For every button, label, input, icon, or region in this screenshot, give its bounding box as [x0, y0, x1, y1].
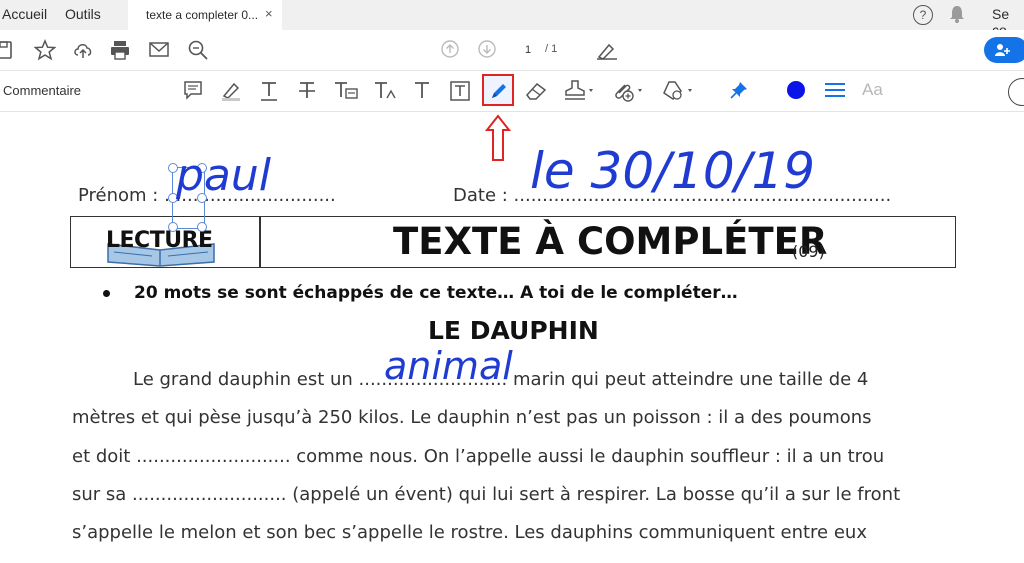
resize-handle[interactable] [197, 222, 207, 232]
user-add-icon [995, 44, 1010, 56]
page-up-icon[interactable] [440, 39, 460, 59]
tab-home[interactable]: Accueil [2, 6, 47, 22]
strikethrough-icon[interactable] [297, 80, 317, 102]
add-text-icon[interactable] [412, 80, 432, 102]
tab-bar: Accueil Outils texte a completer 0... × … [0, 0, 1024, 38]
comment-toolbar-label: Commentaire [3, 83, 82, 98]
print-icon[interactable] [109, 39, 131, 61]
font-size-button[interactable]: Aa [862, 80, 883, 100]
close-icon[interactable]: × [265, 6, 273, 21]
page-down-icon[interactable] [477, 39, 497, 59]
attach-icon[interactable] [611, 79, 645, 103]
bell-icon[interactable] [949, 5, 965, 23]
page-number-input[interactable]: 1 [514, 39, 542, 61]
text-box-icon[interactable] [449, 80, 471, 102]
draw-tool-button[interactable] [482, 74, 514, 106]
sign-icon[interactable] [595, 39, 619, 61]
section-title: LE DAUPHIN [428, 316, 599, 345]
line-thickness-icon[interactable] [824, 81, 846, 99]
main-toolbar: 1 / 1 [0, 30, 1024, 71]
insert-text-icon[interactable] [373, 80, 399, 102]
tab-document-label: texte a completer 0... [146, 8, 259, 22]
stamp-icon[interactable] [563, 79, 595, 103]
instruction-text: 20 mots se sont échappés de ce texte… A … [134, 283, 738, 303]
body-line: mètres et qui pèse jusqu’à 250 kilos. Le… [72, 407, 872, 428]
help-icon[interactable]: ? [913, 5, 933, 25]
handwritten-date: le 30/10/19 [530, 142, 816, 200]
title-divider [259, 217, 261, 267]
close-toolbar-button[interactable] [1008, 78, 1024, 106]
body-line: sur sa ........................... (appe… [72, 484, 901, 505]
handwritten-word: animal [384, 344, 513, 388]
cloud-upload-icon[interactable] [72, 39, 94, 61]
resize-handle[interactable] [168, 222, 178, 232]
highlight-icon[interactable] [220, 80, 242, 102]
body-line: s’appelle le melon et son bec s’appelle … [72, 522, 867, 543]
comment-toolbar: Commentaire Aa [0, 71, 1024, 112]
tab-tools[interactable]: Outils [65, 6, 101, 22]
tab-document[interactable]: texte a completer 0... × [128, 0, 282, 30]
red-arrow-annotation [485, 114, 511, 161]
zoom-icon[interactable] [187, 39, 209, 61]
email-icon[interactable] [148, 40, 170, 60]
replace-text-icon[interactable] [333, 80, 359, 102]
color-picker[interactable] [787, 81, 805, 99]
handwritten-name: paul [176, 150, 272, 201]
shapes-icon[interactable] [661, 79, 695, 103]
sticky-note-icon[interactable] [183, 80, 203, 100]
page-title: TEXTE À COMPLÉTER [393, 220, 828, 263]
underline-text-icon[interactable] [259, 80, 279, 102]
page-total: / 1 [545, 43, 558, 55]
star-icon[interactable] [34, 39, 56, 61]
body-line: et doit ........................... comm… [72, 446, 885, 467]
share-button[interactable] [984, 37, 1024, 63]
title-number: (09) [792, 242, 825, 261]
pin-icon[interactable] [729, 80, 749, 100]
save-icon[interactable] [0, 40, 14, 60]
bullet-dot [103, 290, 110, 297]
eraser-icon[interactable] [524, 80, 548, 102]
lecture-label: LECTURE [106, 228, 213, 253]
pencil-icon [492, 84, 506, 98]
